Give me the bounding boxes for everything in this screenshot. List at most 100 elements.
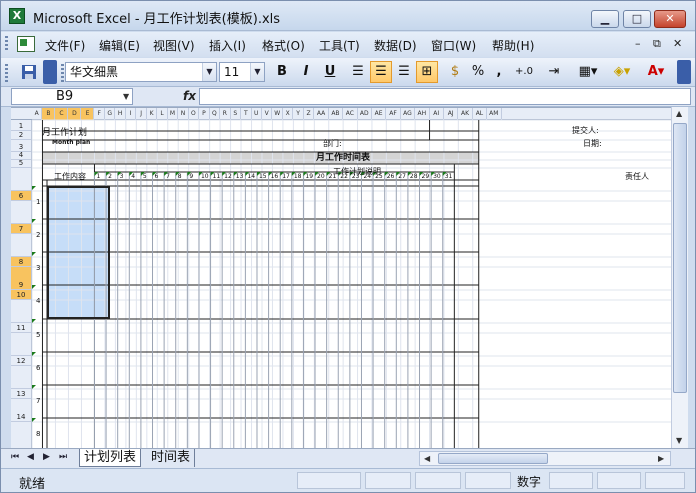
borders-button[interactable]: ▦▾: [573, 61, 603, 83]
scroll-up-icon[interactable]: ▲: [676, 109, 682, 118]
day-17[interactable]: 17: [282, 173, 290, 180]
day-9[interactable]: 9: [189, 173, 193, 180]
day-6[interactable]: 6: [155, 173, 159, 180]
scroll-down-icon[interactable]: ▼: [676, 436, 682, 445]
day-15[interactable]: 15: [259, 173, 267, 180]
font-name-select[interactable]: 华文细黑 ▼: [65, 62, 217, 82]
day-3[interactable]: 3: [120, 173, 124, 180]
day-28[interactable]: 28: [410, 173, 418, 180]
day-19[interactable]: 19: [305, 173, 313, 180]
item-number-6[interactable]: 6: [36, 364, 40, 372]
menu-tools[interactable]: 工具(T): [319, 37, 360, 54]
name-box[interactable]: B9: [11, 88, 133, 105]
day-8[interactable]: 8: [178, 173, 182, 180]
day-21[interactable]: 21: [329, 173, 337, 180]
day-18[interactable]: 18: [294, 173, 302, 180]
scroll-right-icon[interactable]: ▶: [658, 454, 664, 463]
vertical-scrollbar[interactable]: ▲ ▼: [671, 107, 688, 448]
merge-center-button[interactable]: ⊞: [416, 61, 438, 83]
day-31[interactable]: 31: [445, 173, 453, 180]
item-number-5[interactable]: 5: [36, 331, 40, 339]
fill-color-button[interactable]: ◈▾: [607, 61, 637, 83]
day-10[interactable]: 10: [201, 173, 209, 180]
underline-button[interactable]: U: [319, 61, 341, 83]
day-24[interactable]: 24: [363, 173, 371, 180]
toolbar-options-button[interactable]: [677, 60, 691, 84]
close-button[interactable]: ✕: [654, 10, 686, 28]
day-4[interactable]: 4: [131, 173, 135, 180]
last-sheet-icon[interactable]: ⏭: [59, 452, 67, 462]
cell-work-content[interactable]: 工作内容: [54, 171, 86, 182]
menu-edit[interactable]: 编辑(E): [99, 37, 140, 54]
item-number-1[interactable]: 1: [36, 198, 40, 206]
next-sheet-icon[interactable]: ▶: [43, 452, 50, 462]
selected-range[interactable]: [47, 186, 110, 319]
toolbar-grip[interactable]: [61, 64, 64, 82]
chevron-down-icon[interactable]: ▼: [202, 63, 216, 81]
chevron-down-icon[interactable]: ▼: [250, 63, 264, 81]
minimize-button[interactable]: ▁: [591, 10, 619, 28]
spreadsheet-grid[interactable]: A B C D E F G H I J K L M N O P Q R S T U V W X Y Z AA AB AC AD AE AF AG…: [11, 107, 671, 448]
first-sheet-icon[interactable]: ⏮: [11, 452, 19, 462]
day-29[interactable]: 29: [422, 173, 430, 180]
menu-format[interactable]: 格式(O): [262, 37, 305, 54]
italic-button[interactable]: I: [295, 61, 317, 83]
align-center-button[interactable]: ☰: [370, 61, 392, 83]
doc-minimize-button[interactable]: –: [635, 37, 641, 50]
indent-button[interactable]: ⇥: [543, 61, 565, 83]
day-30[interactable]: 30: [433, 173, 441, 180]
chevron-down-icon[interactable]: ▼: [123, 92, 129, 101]
cell-date-label[interactable]: 日期:: [583, 138, 602, 149]
day-23[interactable]: 23: [352, 173, 360, 180]
align-left-button[interactable]: ☰: [347, 61, 369, 83]
cell-title-en[interactable]: Month plan: [52, 139, 90, 146]
toolbar-grip[interactable]: [5, 36, 8, 52]
menu-file[interactable]: 文件(F): [45, 37, 85, 54]
item-number-4[interactable]: 4: [36, 297, 40, 305]
day-11[interactable]: 11: [213, 173, 221, 180]
maximize-button[interactable]: □: [623, 10, 651, 28]
cell-submitter-label[interactable]: 提交人:: [572, 125, 599, 136]
day-5[interactable]: 5: [143, 173, 147, 180]
day-25[interactable]: 25: [375, 173, 383, 180]
font-color-button[interactable]: A▾: [641, 61, 671, 83]
function-icon[interactable]: fx: [183, 89, 196, 103]
horizontal-scroll-thumb[interactable]: [438, 453, 548, 464]
cell-title-cn[interactable]: 月工作计划: [42, 125, 87, 138]
item-number-7[interactable]: 7: [36, 397, 40, 405]
align-right-button[interactable]: ☰: [393, 61, 415, 83]
menu-window[interactable]: 窗口(W): [431, 37, 476, 54]
workbook-icon[interactable]: [17, 36, 35, 52]
sheet-tab-plan-list[interactable]: 计划列表: [79, 449, 142, 467]
menu-view[interactable]: 视图(V): [153, 37, 195, 54]
day-22[interactable]: 22: [340, 173, 348, 180]
formula-input[interactable]: [199, 88, 691, 105]
cell-owner[interactable]: 责任人: [625, 171, 649, 182]
bold-button[interactable]: B: [271, 61, 293, 83]
font-size-select[interactable]: 11 ▼: [219, 62, 265, 82]
item-number-3[interactable]: 3: [36, 264, 40, 272]
currency-button[interactable]: $: [444, 61, 466, 83]
day-2[interactable]: 2: [108, 173, 112, 180]
toolbar-options-button[interactable]: [43, 60, 57, 84]
horizontal-scrollbar[interactable]: ◀ ▶: [419, 451, 671, 466]
menu-help[interactable]: 帮助(H): [492, 37, 534, 54]
save-button[interactable]: [17, 61, 41, 83]
vertical-scroll-thumb[interactable]: [673, 123, 687, 393]
doc-restore-button[interactable]: ⧉: [653, 37, 661, 51]
increase-decimal-button[interactable]: +.0: [511, 61, 537, 83]
toolbar-grip[interactable]: [5, 64, 8, 82]
day-20[interactable]: 20: [317, 173, 325, 180]
cell-department-label[interactable]: 部门:: [323, 138, 342, 149]
menu-data[interactable]: 数据(D): [374, 37, 417, 54]
cell-table-title[interactable]: 月工作时间表: [316, 150, 370, 163]
day-7[interactable]: 7: [166, 173, 170, 180]
comma-button[interactable]: ,: [490, 61, 508, 83]
item-number-8[interactable]: 8: [36, 430, 40, 438]
day-12[interactable]: 12: [224, 173, 232, 180]
doc-close-button[interactable]: ✕: [673, 37, 682, 50]
sheet-tab-timetable[interactable]: 时间表: [147, 449, 196, 467]
day-1[interactable]: 1: [96, 173, 100, 180]
day-27[interactable]: 27: [398, 173, 406, 180]
day-14[interactable]: 14: [247, 173, 255, 180]
